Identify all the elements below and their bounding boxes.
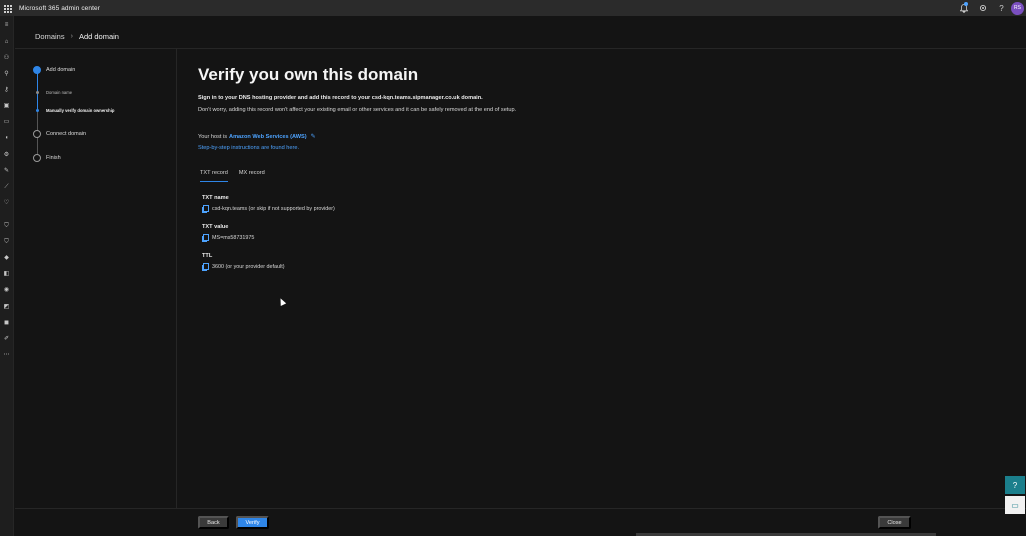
step-manually-verify: Manually verify domain ownership: [46, 108, 115, 113]
help-icon[interactable]: ?: [992, 0, 1011, 16]
txt-name-field: TXT name csd-kqn.teams (or skip if not s…: [202, 195, 335, 213]
chevron-right-icon: ›: [70, 32, 73, 40]
txt-name-value: csd-kqn.teams (or skip if not supported …: [212, 205, 335, 212]
teams-icon[interactable]: ◩: [2, 302, 11, 311]
step-dot-finish: [33, 154, 41, 162]
page-title: Verify you own this domain: [198, 65, 419, 84]
breadcrumb-domains[interactable]: Domains: [35, 32, 65, 41]
record-tabs: TXT record MX record: [200, 170, 276, 184]
copy-icon[interactable]: [202, 205, 209, 213]
host-prefix: Your host is: [198, 133, 228, 140]
home-icon[interactable]: ⌂: [2, 37, 11, 46]
billing-icon[interactable]: ▭: [2, 117, 11, 126]
azure-icon[interactable]: ◼: [2, 318, 11, 327]
host-line: Your host is Amazon Web Services (AWS) ✎: [198, 133, 316, 141]
copy-icon[interactable]: [202, 263, 209, 271]
edit-pencil-icon[interactable]: ✎: [311, 133, 316, 140]
health-icon[interactable]: ♡: [2, 198, 11, 207]
more-icon[interactable]: ⋯: [2, 350, 11, 359]
gear-icon[interactable]: [973, 0, 992, 16]
txt-name-label: TXT name: [202, 195, 229, 201]
wizard-stepper: Add domain Domain name Manually verify d…: [32, 62, 172, 172]
app-title[interactable]: Microsoft 365 admin center: [19, 5, 100, 12]
group-icon[interactable]: ⚲: [2, 69, 11, 78]
breadcrumb: Domains › Add domain: [35, 30, 119, 42]
breadcrumb-current: Add domain: [78, 31, 119, 41]
step-dot-add-domain: [33, 66, 41, 74]
instruction-text: Don't worry, adding this record won't af…: [198, 107, 517, 113]
ttl-field: TTL 3600 (or your provider default): [202, 253, 285, 271]
notification-bell-icon[interactable]: [954, 0, 973, 16]
step-connect-domain: Connect domain: [46, 131, 87, 137]
step-domain-name: Domain name: [46, 90, 73, 95]
host-name-link[interactable]: Amazon Web Services (AWS): [229, 134, 307, 140]
txt-value-row: MS=ms58731975: [202, 234, 255, 242]
tab-mx-record[interactable]: MX record: [239, 170, 265, 182]
tab-txt-record[interactable]: TXT record: [200, 170, 228, 182]
edit-nav-icon[interactable]: ✐: [2, 334, 11, 343]
footer-divider: [15, 508, 1026, 509]
support-icon[interactable]: ◖: [2, 133, 11, 142]
left-navigation-rail: ≡ ⌂ ⚇ ⚲ ⚷ ▣ ▭ ◖ ⚙ ✎ ⟋ ♡ ⛉ ⛉ ◆ ◧ ◉ ◩ ◼ ✐ …: [0, 16, 14, 536]
sharepoint-icon[interactable]: ◉: [2, 285, 11, 294]
header-divider: [15, 48, 1026, 49]
user-icon[interactable]: ⚇: [2, 53, 11, 62]
settings-icon[interactable]: ⚙: [2, 150, 11, 159]
step-sub-dot-active: [36, 109, 39, 112]
instruction-bold: Sign in to your DNS hosting provider and…: [198, 95, 483, 101]
stepper-divider: [176, 49, 177, 509]
mouse-cursor-icon: [277, 297, 287, 306]
step-finish: Finish: [46, 155, 61, 161]
step-progress-line: [37, 70, 38, 110]
ttl-row: 3600 (or your provider default): [202, 263, 285, 271]
txt-value-field: TXT value MS=ms58731975: [202, 224, 255, 242]
instructions-link[interactable]: Step-by-step instructions are found here…: [198, 145, 299, 151]
ttl-value: 3600 (or your provider default): [212, 263, 285, 270]
exchange-icon[interactable]: ◧: [2, 269, 11, 278]
txt-value-value: MS=ms58731975: [212, 234, 255, 241]
top-bar: Microsoft 365 admin center ? RS: [0, 0, 1026, 16]
close-button[interactable]: Close: [878, 516, 911, 529]
copy-icon[interactable]: [202, 234, 209, 242]
endpoint-icon[interactable]: ◆: [2, 253, 11, 262]
app-launcher-icon[interactable]: [0, 0, 14, 16]
ttl-label: TTL: [202, 253, 213, 259]
security-icon[interactable]: ⛉: [2, 221, 11, 230]
resources-icon[interactable]: ▣: [2, 101, 11, 110]
txt-value-label: TXT value: [202, 224, 229, 230]
help-chat-icon[interactable]: ?: [1005, 476, 1025, 494]
hamburger-icon[interactable]: ≡: [2, 20, 11, 29]
roles-icon[interactable]: ⚷: [2, 85, 11, 94]
compliance-icon[interactable]: ⛉: [2, 237, 11, 246]
back-button[interactable]: Back: [198, 516, 229, 529]
step-dot-connect-domain: [33, 130, 41, 138]
help-panel: ? ▭: [1005, 476, 1025, 515]
setup-icon[interactable]: ✎: [2, 166, 11, 175]
verify-button[interactable]: Verify: [236, 516, 269, 529]
step-sub-dot: [36, 91, 39, 94]
reports-icon[interactable]: ⟋: [2, 182, 11, 191]
txt-name-row: csd-kqn.teams (or skip if not supported …: [202, 205, 335, 213]
avatar[interactable]: RS: [1011, 1, 1024, 15]
step-add-domain: Add domain: [46, 67, 76, 73]
feedback-icon[interactable]: ▭: [1005, 496, 1025, 514]
